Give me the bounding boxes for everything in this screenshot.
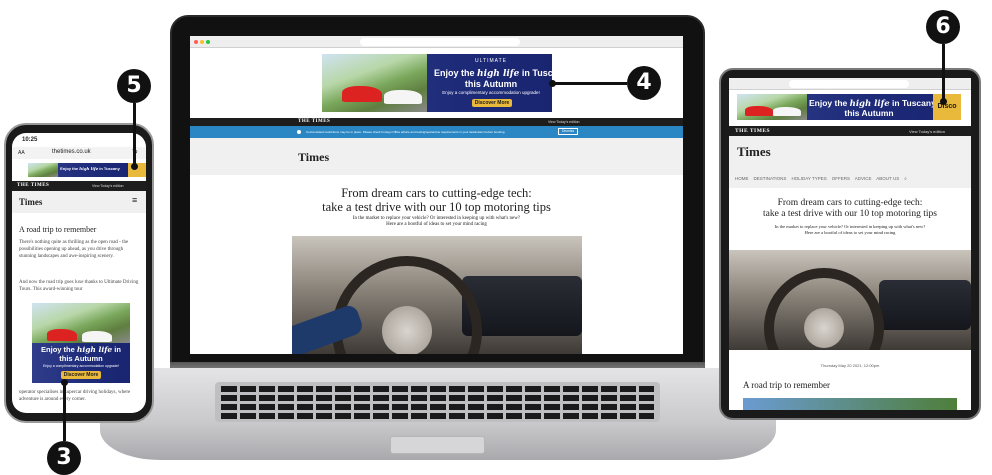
hamburger-menu-icon[interactable]: ≡ xyxy=(132,195,137,205)
laptop-trackpad xyxy=(390,436,485,454)
tablet-headline: From dream cars to cutting-edge tech: ta… xyxy=(763,198,937,219)
phone-section-title[interactable]: Times xyxy=(19,197,42,207)
tablet-view-edition-link[interactable]: View Today's edition xyxy=(909,129,945,134)
ad-discover-more-button[interactable]: Discover More xyxy=(472,99,512,107)
article-standfirst: In the market to replace your vehicle? O… xyxy=(352,216,521,227)
tablet-article-image xyxy=(743,398,957,410)
section-title[interactable]: Times xyxy=(298,150,329,165)
hero-image-steering-wheel xyxy=(292,236,582,354)
phone-times-logo[interactable]: THE TIMES xyxy=(17,183,49,188)
browser-toolbar xyxy=(190,36,683,48)
nav-advice[interactable]: ADVICE xyxy=(855,176,872,181)
callout-4-pin xyxy=(549,80,556,87)
tablet-browser-toolbar xyxy=(729,78,971,90)
tablet-section-header: Times HOME DESTINATIONS HOLIDAY TYPES OF… xyxy=(729,136,971,188)
callout-5-line xyxy=(133,103,136,165)
phone-ad-headline-1: Enjoy the high life in xyxy=(41,345,121,354)
article-headline-line-2: take a test drive with our 10 top motori… xyxy=(322,200,551,214)
laptop-keyboard xyxy=(215,382,660,422)
phone-paragraph-2: And now the road trip goes luxe thanks t… xyxy=(19,280,139,292)
covid-notice-text: Covid-related restrictions may be in pla… xyxy=(306,130,506,134)
view-todays-edition-link[interactable]: View Today's edition xyxy=(548,120,579,124)
tablet-section-title[interactable]: Times xyxy=(737,144,771,160)
nav-destinations[interactable]: DESTINATIONS xyxy=(754,176,787,181)
tablet-ad-cta[interactable]: Disco xyxy=(933,94,961,120)
phone-article-title: A road trip to remember xyxy=(19,225,97,234)
phone-view-edition-link[interactable]: View Today's edition xyxy=(92,184,123,188)
tablet-standfirst: In the market to replace your vehicle? O… xyxy=(774,224,926,235)
search-icon[interactable]: ⌕ xyxy=(904,176,907,181)
phone-masthead: THE TIMES View Today's edition xyxy=(12,181,146,191)
tablet-masthead: THE TIMES View Today's edition xyxy=(729,126,971,136)
address-bar[interactable] xyxy=(360,38,520,46)
hero-wheel-hub xyxy=(382,306,432,354)
nav-offers[interactable]: OFFERS xyxy=(832,176,850,181)
dismiss-button[interactable]: Dismiss xyxy=(558,128,578,135)
callout-5-badge: 5 xyxy=(117,69,151,103)
article-headline-line-1: From dream cars to cutting-edge tech: xyxy=(341,186,532,200)
nav-about-us[interactable]: ABOUT US xyxy=(876,176,899,181)
tablet-hero-image xyxy=(729,250,971,350)
tablet-dateline: Thursday May 20 2021, 12:00pm xyxy=(820,363,880,368)
ad-brand: ULTIMATE xyxy=(475,58,507,64)
reader-aa[interactable]: AA xyxy=(18,150,25,156)
close-window-icon[interactable] xyxy=(194,40,198,44)
callout-4-badge: 4 xyxy=(627,66,661,100)
phone-discover-more-button[interactable]: Discover More xyxy=(61,371,101,379)
callout-3-pin xyxy=(61,379,68,386)
times-logo[interactable]: THE TIMES xyxy=(298,119,330,124)
tablet-address-bar[interactable] xyxy=(789,80,909,88)
phone-clock: 10:25 xyxy=(22,137,38,143)
phone-top-ad-text: Enjoy the high life in Tuscany xyxy=(60,166,120,171)
callout-6-badge: 6 xyxy=(926,10,960,44)
phone-address-bar[interactable]: AA thetimes.co.uk ↻ xyxy=(12,147,146,159)
laptop-masthead: THE TIMES View Today's edition xyxy=(190,118,683,126)
section-header: Times xyxy=(190,138,683,175)
tablet-ad-banner[interactable]: Enjoy the high life in Tuscany this Autu… xyxy=(737,94,961,120)
tablet-ad-headline-2: this Autumn xyxy=(844,108,894,118)
callout-3-line xyxy=(63,382,66,441)
phone-section-header: Times ≡ xyxy=(12,191,146,213)
laptop-ad-banner[interactable]: ULTIMATE Enjoy the high life in Tuscany … xyxy=(322,54,552,112)
callout-6-line xyxy=(942,44,945,100)
maximize-window-icon[interactable] xyxy=(206,40,210,44)
phone-url[interactable]: thetimes.co.uk xyxy=(52,149,91,155)
phone-top-ad-banner[interactable]: Enjoy the high life in Tuscany xyxy=(28,163,146,177)
nav-home[interactable]: HOME xyxy=(735,176,749,181)
ad-white-car xyxy=(384,90,422,104)
phone-paragraph-3: operator specialises in supercar driving… xyxy=(19,390,131,402)
callout-4-line xyxy=(553,82,627,85)
tablet-nav: HOME DESTINATIONS HOLIDAY TYPES OFFERS A… xyxy=(735,176,907,181)
phone-inline-ad[interactable]: Enjoy the high life in this Autumn Enjoy… xyxy=(32,303,130,383)
phone-ad-headline-2: this Autumn xyxy=(59,354,103,363)
info-icon xyxy=(297,130,301,134)
minimize-window-icon[interactable] xyxy=(200,40,204,44)
ad-red-car xyxy=(342,86,382,102)
article-headline: From dream cars to cutting-edge tech: ta… xyxy=(190,186,683,214)
covid-notice-bar: Covid-related restrictions may be in pla… xyxy=(190,126,683,138)
ad-headline-1: Enjoy the high life in Tuscany xyxy=(434,68,552,79)
ad-headline-2: this Autumn xyxy=(464,79,518,89)
nav-holiday-types[interactable]: HOLIDAY TYPES xyxy=(791,176,826,181)
callout-3-badge: 3 xyxy=(47,441,81,475)
callout-6-pin xyxy=(940,98,947,105)
tablet-times-logo[interactable]: THE TIMES xyxy=(735,128,770,134)
phone-paragraph-1: There's nothing quite as thrilling as th… xyxy=(19,240,129,259)
tablet-article-title: A road trip to remember xyxy=(743,380,830,390)
callout-5-pin xyxy=(131,163,138,170)
phone-ad-subline: Enjoy a complimentary accommodation upgr… xyxy=(43,364,119,368)
ad-subline: Enjoy a complimentary accommodation upgr… xyxy=(442,90,540,95)
tablet-screen: Enjoy the high life in Tuscany this Autu… xyxy=(729,78,971,410)
phone-screen: 10:25 AA thetimes.co.uk ↻ Enjoy the high… xyxy=(12,133,146,413)
